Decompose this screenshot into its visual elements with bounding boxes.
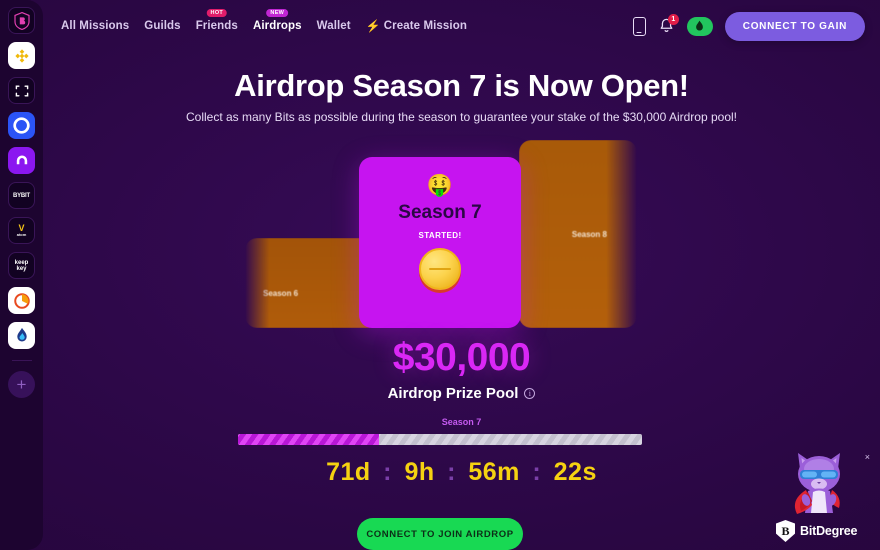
season-progress-bar bbox=[238, 434, 642, 445]
vatom-icon[interactable]: V atom bbox=[8, 217, 35, 244]
nav-item-friends[interactable]: HOT Friends bbox=[195, 9, 238, 32]
connect-to-join-airdrop-button[interactable]: CONNECT TO JOIN AIRDROP bbox=[357, 518, 523, 550]
countdown-sep-1: : bbox=[383, 458, 392, 486]
prize-pool-amount: $30,000 bbox=[392, 336, 531, 379]
scan-frame-icon[interactable] bbox=[8, 77, 35, 104]
coinbase-icon[interactable] bbox=[8, 112, 35, 139]
progress-season-label: Season 7 bbox=[441, 417, 482, 427]
notification-count-badge: 1 bbox=[667, 13, 679, 25]
bitdegree-logo-icon[interactable] bbox=[8, 7, 35, 34]
countdown-seconds: 22s bbox=[553, 458, 597, 486]
pie-chart-icon[interactable] bbox=[8, 287, 35, 314]
nav-item-all-missions[interactable]: All Missions bbox=[61, 20, 129, 32]
new-badge: NEW bbox=[266, 9, 289, 17]
binance-icon[interactable] bbox=[8, 42, 35, 69]
info-icon[interactable]: i bbox=[524, 388, 536, 399]
prize-pool-label: Airdrop Prize Pool bbox=[387, 385, 519, 402]
countdown-minutes: 56m bbox=[468, 458, 520, 486]
season-card-current[interactable]: 🤑 Season 7 STARTED! bbox=[359, 157, 521, 328]
season-6-label: Season 6 bbox=[263, 289, 299, 298]
season-card-next[interactable]: Season 8 bbox=[519, 140, 637, 328]
bitdegree-logo-row[interactable]: B BitDegree bbox=[776, 520, 857, 542]
m-wallet-icon[interactable] bbox=[8, 147, 35, 174]
nav-item-airdrops-label: Airdrops bbox=[252, 20, 302, 32]
season-8-label: Season 8 bbox=[571, 230, 607, 239]
countdown-sep-2: : bbox=[447, 458, 456, 486]
season-carousel: Season 6 Season 8 🤑 Season 7 STARTED! bbox=[0, 128, 880, 328]
wallet-sidebar: BYBIT V atom keep key + bbox=[0, 0, 43, 550]
page-title: Airdrop Season 7 is Now Open! bbox=[234, 68, 689, 103]
nav-right-actions: 1 CONNECT TO GAIN bbox=[632, 0, 865, 52]
gold-coin-icon bbox=[419, 248, 461, 290]
nav-item-friends-label: Friends bbox=[195, 20, 238, 32]
bitdegree-widget: × B BitDegree bbox=[772, 447, 870, 542]
bolt-icon: ⚡ bbox=[365, 19, 381, 33]
sidebar-divider bbox=[11, 360, 32, 361]
connect-to-gain-button[interactable]: CONNECT TO GAIN bbox=[724, 11, 865, 41]
season-7-status: STARTED! bbox=[418, 231, 462, 240]
nav-item-create-mission[interactable]: ⚡ Create Mission bbox=[366, 19, 467, 33]
nav-item-guilds[interactable]: Guilds bbox=[144, 20, 180, 32]
countdown-days: 71d bbox=[326, 458, 371, 486]
page-subtitle: Collect as many Bits as possible during … bbox=[185, 110, 737, 124]
flame-icon bbox=[696, 20, 704, 31]
bitdegree-mascot-icon bbox=[794, 453, 840, 514]
countdown-hours: 9h bbox=[404, 458, 435, 486]
blue-flame-icon[interactable] bbox=[8, 322, 35, 349]
airdrop-page: BYBIT V atom keep key + All Missions Gui… bbox=[0, 0, 880, 550]
countdown-sep-3: : bbox=[532, 458, 542, 486]
notifications-bell[interactable]: 1 bbox=[658, 13, 679, 36]
bybit-label: BYBIT bbox=[12, 192, 30, 199]
hot-badge: HOT bbox=[206, 9, 228, 17]
keepkey-label: keep key bbox=[14, 259, 29, 272]
nav-item-wallet[interactable]: Wallet bbox=[317, 20, 351, 32]
nav-links: All Missions Guilds HOT Friends NEW Aird… bbox=[61, 9, 467, 33]
bitdegree-name: BitDegree bbox=[800, 524, 858, 538]
add-wallet-button[interactable]: + bbox=[8, 371, 35, 398]
streak-flame-button[interactable] bbox=[686, 16, 713, 36]
close-icon[interactable]: × bbox=[865, 453, 870, 462]
bitdegree-shield-icon: B bbox=[776, 520, 795, 542]
prize-pool-label-row: Airdrop Prize Pool i bbox=[43, 385, 880, 402]
nav-item-airdrops[interactable]: NEW Airdrops bbox=[252, 9, 302, 32]
countdown-timer: 71d : 9h : 56m : 22s bbox=[43, 458, 880, 487]
money-mouth-emoji-icon: 🤑 bbox=[426, 174, 454, 197]
bybit-icon[interactable]: BYBIT bbox=[8, 182, 35, 209]
season-7-title: Season 7 bbox=[398, 202, 482, 223]
season-progress-fill bbox=[238, 434, 380, 445]
vatom-label: atom bbox=[16, 232, 27, 237]
create-mission-label: Create Mission bbox=[383, 20, 467, 32]
top-navigation: All Missions Guilds HOT Friends NEW Aird… bbox=[43, 0, 880, 52]
mobile-app-icon[interactable] bbox=[632, 16, 646, 36]
keepkey-icon[interactable]: keep key bbox=[8, 252, 35, 279]
